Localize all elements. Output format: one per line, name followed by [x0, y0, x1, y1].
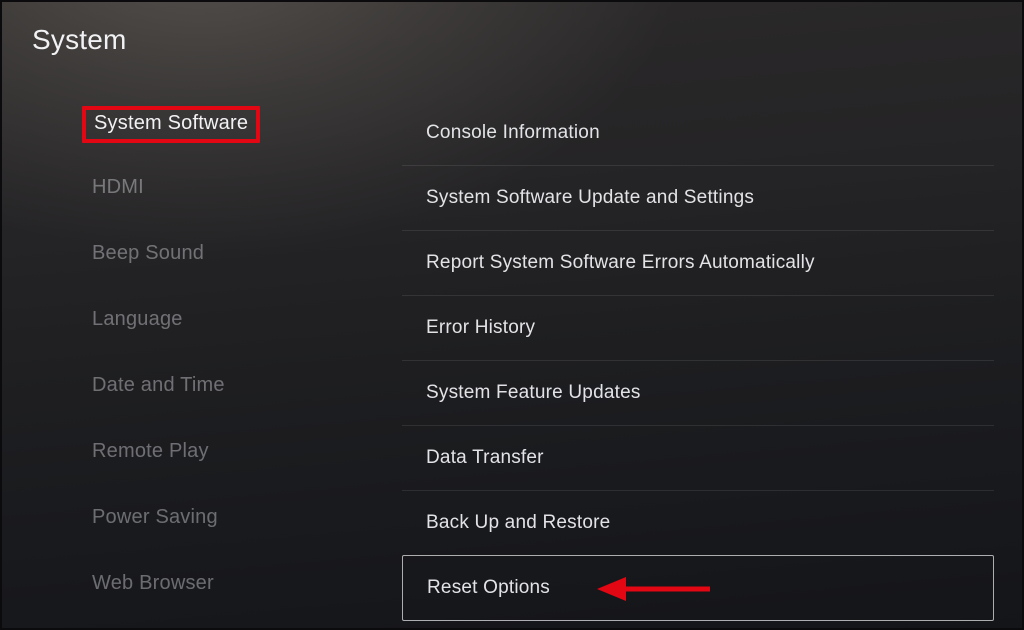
sidebar-item-remote-play[interactable]: Remote Play: [82, 430, 402, 496]
page-title: System: [2, 2, 1022, 56]
option-label: System Feature Updates: [426, 382, 641, 404]
sidebar-item-label: Beep Sound: [82, 238, 214, 271]
sidebar-item-date-and-time[interactable]: Date and Time: [82, 364, 402, 430]
content-area: System Software HDMI Beep Sound Language…: [2, 56, 1022, 628]
sidebar-item-label: Power Saving: [82, 502, 228, 535]
option-label: Console Information: [426, 122, 600, 144]
option-label: Reset Options: [427, 577, 550, 599]
option-data-transfer[interactable]: Data Transfer: [402, 425, 994, 490]
sidebar-item-label: Remote Play: [82, 436, 219, 469]
option-label: Error History: [426, 317, 535, 339]
option-label: Back Up and Restore: [426, 512, 610, 534]
sidebar-item-label: Web Browser: [82, 568, 224, 601]
sidebar-item-label: Language: [82, 304, 193, 337]
option-label: Data Transfer: [426, 447, 544, 469]
option-back-up-and-restore[interactable]: Back Up and Restore: [402, 490, 994, 555]
sidebar-item-label: Date and Time: [82, 370, 235, 403]
option-label: System Software Update and Settings: [426, 187, 754, 209]
option-report-errors[interactable]: Report System Software Errors Automatica…: [402, 230, 994, 295]
sidebar-item-system-software[interactable]: System Software: [82, 100, 402, 166]
sidebar-item-hdmi[interactable]: HDMI: [82, 166, 402, 232]
option-system-software-update[interactable]: System Software Update and Settings: [402, 165, 994, 230]
sidebar-item-web-browser[interactable]: Web Browser: [82, 562, 402, 628]
option-console-information[interactable]: Console Information: [402, 100, 994, 165]
option-system-feature-updates[interactable]: System Feature Updates: [402, 360, 994, 425]
sidebar-item-label: HDMI: [82, 172, 154, 205]
sidebar: System Software HDMI Beep Sound Language…: [2, 100, 402, 628]
sidebar-item-power-saving[interactable]: Power Saving: [82, 496, 402, 562]
sidebar-item-label: System Software: [82, 106, 260, 143]
sidebar-item-beep-sound[interactable]: Beep Sound: [82, 232, 402, 298]
options-panel: Console Information System Software Upda…: [402, 100, 1022, 628]
sidebar-item-language[interactable]: Language: [82, 298, 402, 364]
option-reset-options[interactable]: Reset Options: [402, 555, 994, 621]
option-label: Report System Software Errors Automatica…: [426, 252, 815, 274]
option-error-history[interactable]: Error History: [402, 295, 994, 360]
